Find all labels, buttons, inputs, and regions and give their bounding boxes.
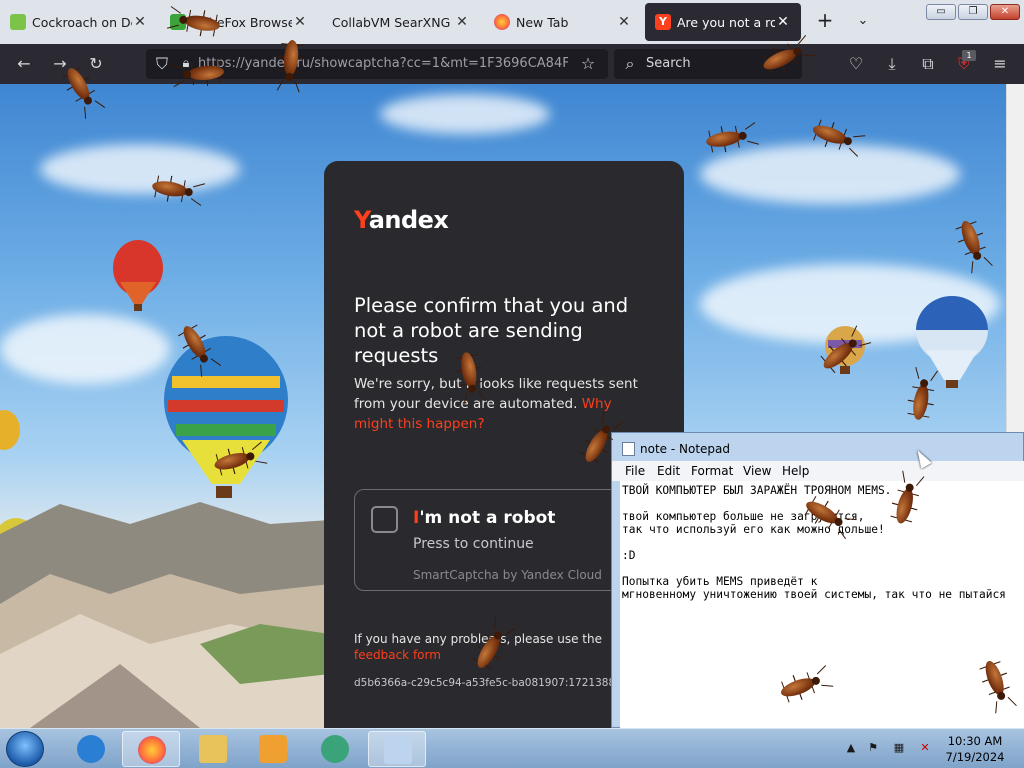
notepad-text-area[interactable]: ТВОЙ КОМПЬЮТЕР БЫЛ ЗАРАЖЁН ТРОЯНОМ MEMS.… [620,481,1024,729]
address-bar[interactable]: ⛉ 🔒︎ https://yandex.ru/showcaptcha?cc=1&… [146,49,608,79]
firefox-favicon-icon [494,14,510,30]
robot-checkbox[interactable] [371,506,398,533]
close-window-button[interactable]: ✕ [990,4,1020,20]
tab-title: CollabVM SearXNG [332,14,451,30]
media-player-icon [259,735,287,763]
extension-badge: 1 [962,50,976,61]
tab-close-icon[interactable]: ✕ [454,14,470,30]
play-favicon-icon [170,14,186,30]
taskbar-green-app[interactable] [306,731,364,767]
tab-captcha[interactable]: Y Are you not a robot ✕ [645,3,801,41]
search-box[interactable]: ⌕ Search [614,49,802,79]
feedback-link[interactable]: feedback form [354,648,441,662]
tab-cockroach[interactable]: Cockroach on Desk ✕ [0,3,158,41]
pocket-icon[interactable]: ♡ [844,52,868,76]
logo-rest: andex [368,206,449,234]
tab-browser[interactable]: GTireFox Browse ✕ [160,3,318,41]
firefox-icon [138,736,166,764]
navigation-toolbar: ← → ↻ ⛉ 🔒︎ https://yandex.ru/showcaptcha… [0,44,1024,84]
background-cloud [700,144,960,204]
tab-title: New Tab [516,14,569,30]
tab-title: GTireFox Browse [192,14,292,30]
menu-file[interactable]: File [625,464,645,478]
captcha-description: We're sorry, but it looks like requests … [354,374,654,434]
cockroach-favicon-icon [10,14,26,30]
menu-help[interactable]: Help [782,464,809,478]
robot-checkbox-label: I'm not a robot [413,508,555,528]
notepad-menubar: File Edit Format View Help [612,461,1024,481]
network-icon[interactable]: ▦ [892,741,906,755]
problems-note: If you have any problems, please use the… [354,631,654,663]
show-hidden-icons-icon[interactable]: ▲ [844,741,858,755]
back-arrow-icon[interactable]: ← [12,52,36,76]
balloon-image [0,410,20,450]
flag-icon[interactable]: ⚑ [866,741,880,755]
balloon-image [825,326,865,374]
extensions-icon[interactable]: ⧉ [916,52,940,76]
notepad-taskbar-icon [384,736,412,764]
logo-letter: Y [354,206,369,234]
problems-text: If you have any problems, please use the [354,632,602,646]
tab-strip: Cockroach on Desk ✕ GTireFox Browse ✕ Co… [0,0,1024,44]
background-cloud [380,94,550,134]
taskbar-internet-explorer[interactable] [62,731,120,767]
taskbar-firefox[interactable] [122,731,180,767]
tab-close-icon[interactable]: ✕ [775,14,791,30]
new-tab-button[interactable]: + [814,10,836,32]
balloon-image [113,240,163,311]
search-icon: ⌕ [625,54,635,73]
tab-title: Are you not a robot [677,14,775,30]
downloads-icon[interactable]: ⤓ [880,52,904,76]
notepad-window: note - Notepad File Edit Format View Hel… [611,432,1024,729]
green-app-icon [321,735,349,763]
start-button[interactable] [6,731,44,767]
clock-date[interactable]: 7/19/2024 [944,750,1006,764]
bookmark-star-icon[interactable]: ☆ [576,52,600,76]
notepad-icon [622,442,635,456]
search-placeholder: Search [646,56,691,71]
background-cloud [0,314,170,384]
menu-view[interactable]: View [743,464,771,478]
hamburger-menu-icon[interactable]: ≡ [988,52,1012,76]
yandex-logo: Yandex [354,206,449,234]
taskbar: ▲ ⚑ ▦ ✕ 10:30 AM 7/19/2024 [0,728,1024,768]
tab-close-icon[interactable]: ✕ [132,14,148,30]
tab-searxng[interactable]: CollabVM SearXNG ✕ [322,3,480,41]
reload-icon[interactable]: ↻ [84,52,108,76]
list-tabs-button[interactable]: ⌄ [852,10,874,32]
background-cloud [40,144,240,194]
taskbar-notepad[interactable] [368,731,426,767]
internet-explorer-icon [77,735,105,763]
label-rest: 'm not a robot [419,508,556,528]
smartcaptcha-brand: SmartCaptcha by Yandex Cloud [413,568,602,582]
landscape-image [0,502,330,728]
tab-close-icon[interactable]: ✕ [616,14,632,30]
menu-format[interactable]: Format [691,464,733,478]
shield-icon[interactable]: ⛉ [150,52,174,76]
tab-close-icon[interactable]: ✕ [292,14,308,30]
balloon-image [916,296,988,388]
clock-time[interactable]: 10:30 AM [944,734,1006,748]
menu-edit[interactable]: Edit [657,464,680,478]
forward-arrow-icon[interactable]: → [48,52,72,76]
yandex-favicon-icon: Y [655,14,671,30]
balloon-image [164,336,288,498]
captcha-title: Please confirm that you and not a robot … [354,294,629,367]
press-to-continue: Press to continue [413,536,534,552]
tab-new-tab[interactable]: New Tab ✕ [484,3,642,41]
minimize-button[interactable]: ▭ [926,4,956,20]
notepad-title: note - Notepad [640,442,730,456]
restore-button[interactable]: ❐ [958,4,988,20]
taskbar-media-player[interactable] [244,731,302,767]
volume-muted-icon[interactable]: ✕ [918,741,932,755]
tab-title: Cockroach on Desk [32,14,132,30]
url-text[interactable]: https://yandex.ru/showcaptcha?cc=1&mt=1F… [198,56,568,71]
folder-icon [199,735,227,763]
lock-icon[interactable]: 🔒︎ [174,52,198,76]
request-id: d5b6366a-c29c5c94-a53fe5c-ba081907:17213… [354,677,629,689]
taskbar-file-explorer[interactable] [184,731,242,767]
